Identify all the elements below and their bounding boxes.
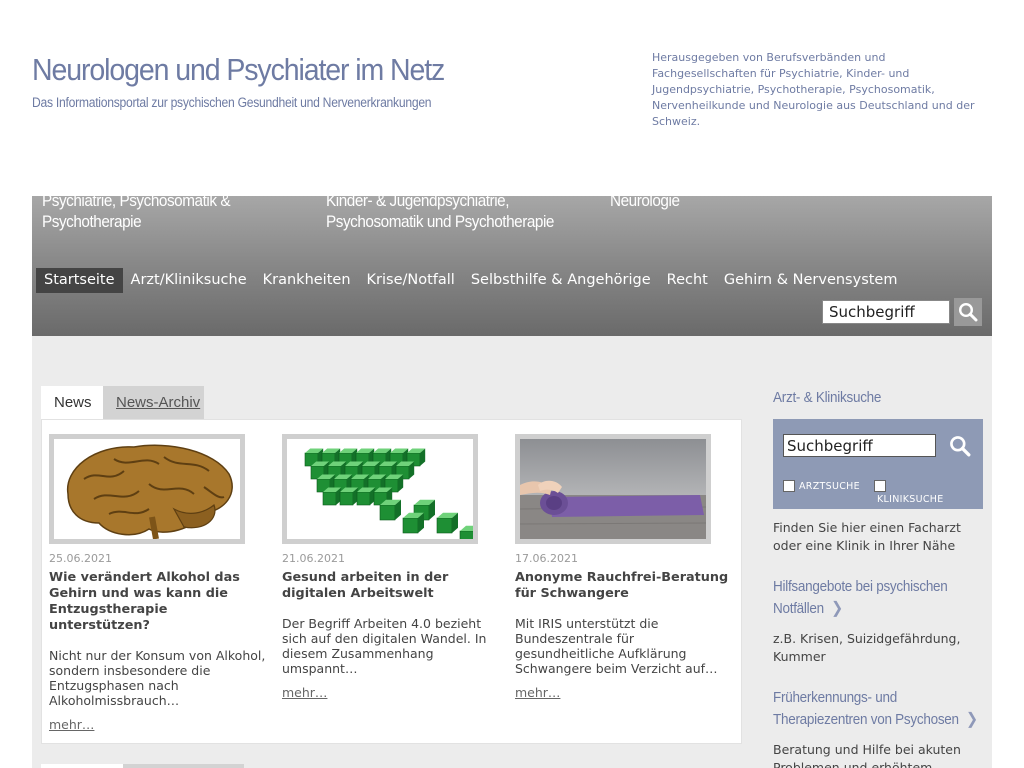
news-teaser: Der Begriff Arbeiten 4.0 bezieht sich au… — [282, 616, 487, 676]
sidebar-search-box: ARZTSUCHE KLINIKSUCHE — [773, 419, 983, 509]
header-band: Psychiatrie, Psychosomatik & Psychothera… — [32, 196, 992, 336]
chevron-right-icon: ❯ — [965, 711, 978, 728]
news-date: 17.06.2021 — [515, 552, 578, 565]
sidebar-psychosis-link[interactable]: Früherkennungs- und — [773, 687, 897, 709]
sidebar-heading-line: Therapiezentren von Psychosen — [773, 711, 959, 728]
site-search-input[interactable] — [822, 300, 950, 324]
search-icon — [950, 436, 971, 457]
nav-item-krise-notfall[interactable]: Krise/Notfall — [359, 268, 463, 293]
tab-news[interactable]: News — [41, 386, 103, 419]
main-nav: Startseite Arzt/Kliniksuche Krankheiten … — [36, 268, 905, 293]
news-tabs: News News-Archiv — [41, 386, 204, 419]
sidebar-emergency-text: z.B. Krisen, Suizidgefährdung, Kummer — [773, 631, 961, 664]
news-date: 21.06.2021 — [282, 552, 345, 565]
nav-item-startseite[interactable]: Startseite — [36, 268, 123, 293]
yoga-mat-photo — [520, 439, 706, 539]
news-teaser: Mit IRIS unterstützt die Bundeszentrale … — [515, 616, 718, 676]
sidebar-psychosis-link-line2[interactable]: Therapiezentren von Psychosen ❯ — [773, 709, 978, 731]
news-card: 17.06.2021 Anonyme Rauchfrei-Beratung fü… — [515, 434, 733, 701]
news-image[interactable] — [282, 434, 478, 544]
nav-item-arzt-kliniksuche[interactable]: Arzt/Kliniksuche — [123, 268, 255, 293]
checkbox-label: KLINIKSUCHE — [877, 494, 944, 505]
news-teaser: Nicht nur der Konsum von Alkohol, sonder… — [49, 648, 266, 708]
portal-label-line: Neurologie — [610, 196, 680, 210]
portal-label-line: Psychotherapie — [42, 212, 142, 231]
portal-link-psychiatry[interactable]: Psychiatrie, Psychosomatik & Psychothera… — [42, 196, 231, 232]
doctor-search-button[interactable] — [946, 433, 974, 459]
green-cubes-illustration — [287, 439, 473, 539]
news-more-link[interactable]: mehr… — [49, 717, 94, 732]
brain-illustration — [54, 439, 240, 539]
portal-label-line: Psychiatrie, Psychosomatik & — [42, 196, 231, 210]
chevron-right-icon: ❯ — [831, 600, 843, 617]
portal-link-neurology[interactable]: Neurologie — [610, 196, 680, 211]
site-search-button[interactable] — [954, 298, 982, 326]
tab-news-archive[interactable]: News-Archiv — [103, 386, 204, 419]
doctor-search-input[interactable] — [783, 434, 936, 457]
portal-label-line: Kinder- & Jugendpsychiatrie, — [326, 196, 510, 210]
sidebar-heading-line: Früherkennungs- und — [773, 689, 897, 706]
checkbox-label: ARZTSUCHE — [799, 481, 860, 492]
sidebar-search-text: Finden Sie hier einen Facharzt oder eine… — [773, 520, 961, 553]
portal-label-line: Psychosomatik und Psychotherapie — [326, 212, 554, 231]
news-panel: 25.06.2021 Wie verändert Alkohol das Geh… — [41, 419, 742, 744]
news-card: 21.06.2021 Gesund arbeiten in der digita… — [282, 434, 500, 701]
checkbox-clinic-search[interactable] — [874, 480, 886, 492]
news-date: 25.06.2021 — [49, 552, 112, 565]
nav-item-selbsthilfe[interactable]: Selbsthilfe & Angehörige — [463, 268, 659, 293]
sidebar-heading-line: Hilfsangebote bei psychischen — [773, 578, 948, 595]
checkbox-doctor-search[interactable] — [783, 480, 795, 492]
news-image[interactable] — [49, 434, 245, 544]
nav-item-gehirn[interactable]: Gehirn & Nervensystem — [716, 268, 906, 293]
sidebar-heading-line: Notfällen — [773, 600, 824, 617]
portal-link-child-psychiatry[interactable]: Kinder- & Jugendpsychiatrie, Psychosomat… — [326, 196, 554, 232]
sidebar-emergency-link[interactable]: Hilfsangebote bei psychischen Notfällen ❯ — [773, 576, 948, 620]
news-card: 25.06.2021 Wie verändert Alkohol das Geh… — [49, 434, 267, 733]
second-tabs-stub — [41, 764, 244, 768]
news-headline[interactable]: Anonyme Rauchfrei-Beratung für Schwanger… — [515, 570, 733, 602]
sidebar-search-heading: Arzt- & Kliniksuche — [773, 389, 882, 406]
publisher-note: Herausgegeben von Berufsverbänden und Fa… — [652, 51, 975, 128]
sidebar-psychosis-text: Beratung und Hilfe bei akuten Problemen … — [773, 742, 961, 768]
search-icon — [958, 302, 978, 322]
site-subtitle: Das Informationsportal zur psychischen G… — [32, 95, 432, 110]
news-headline[interactable]: Wie verändert Alkohol das Gehirn und was… — [49, 570, 267, 634]
site-title[interactable]: Neurologen und Psychiater im Netz — [32, 52, 445, 88]
news-more-link[interactable]: mehr… — [515, 685, 560, 700]
news-more-link[interactable]: mehr… — [282, 685, 327, 700]
news-headline[interactable]: Gesund arbeiten in der digitalen Arbeits… — [282, 570, 500, 602]
tab-stub[interactable] — [123, 764, 244, 768]
nav-item-krankheiten[interactable]: Krankheiten — [255, 268, 359, 293]
news-image[interactable] — [515, 434, 711, 544]
nav-item-recht[interactable]: Recht — [659, 268, 716, 293]
tab-stub[interactable] — [41, 764, 123, 768]
